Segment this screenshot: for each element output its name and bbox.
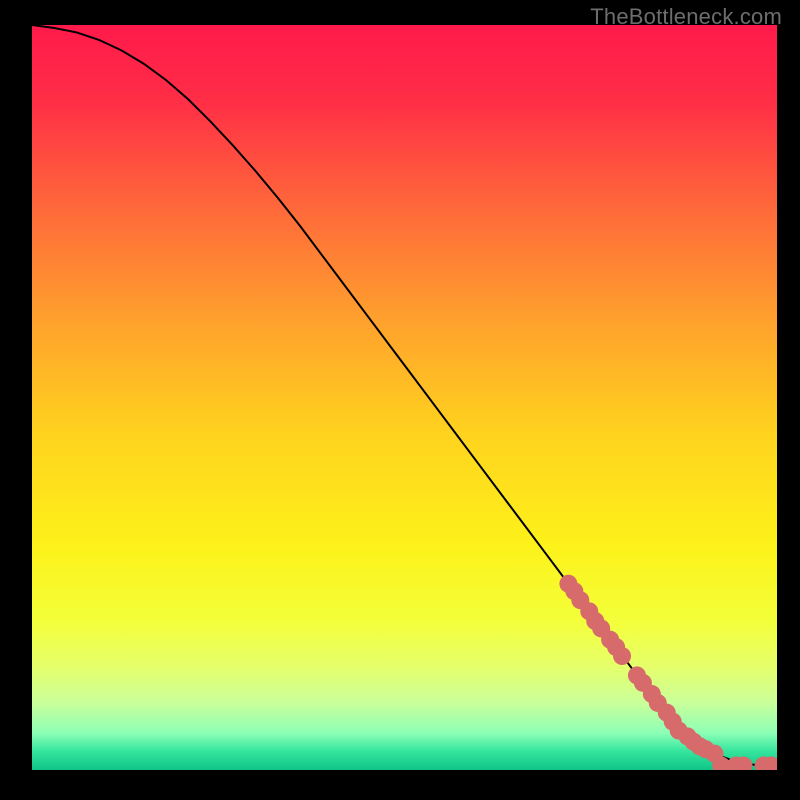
- chart-stage: TheBottleneck.com: [0, 0, 800, 800]
- chart-svg: [32, 25, 777, 770]
- watermark-text: TheBottleneck.com: [590, 4, 782, 30]
- chart-background: [32, 25, 777, 770]
- plot-area: [32, 25, 777, 770]
- data-marker: [613, 647, 631, 665]
